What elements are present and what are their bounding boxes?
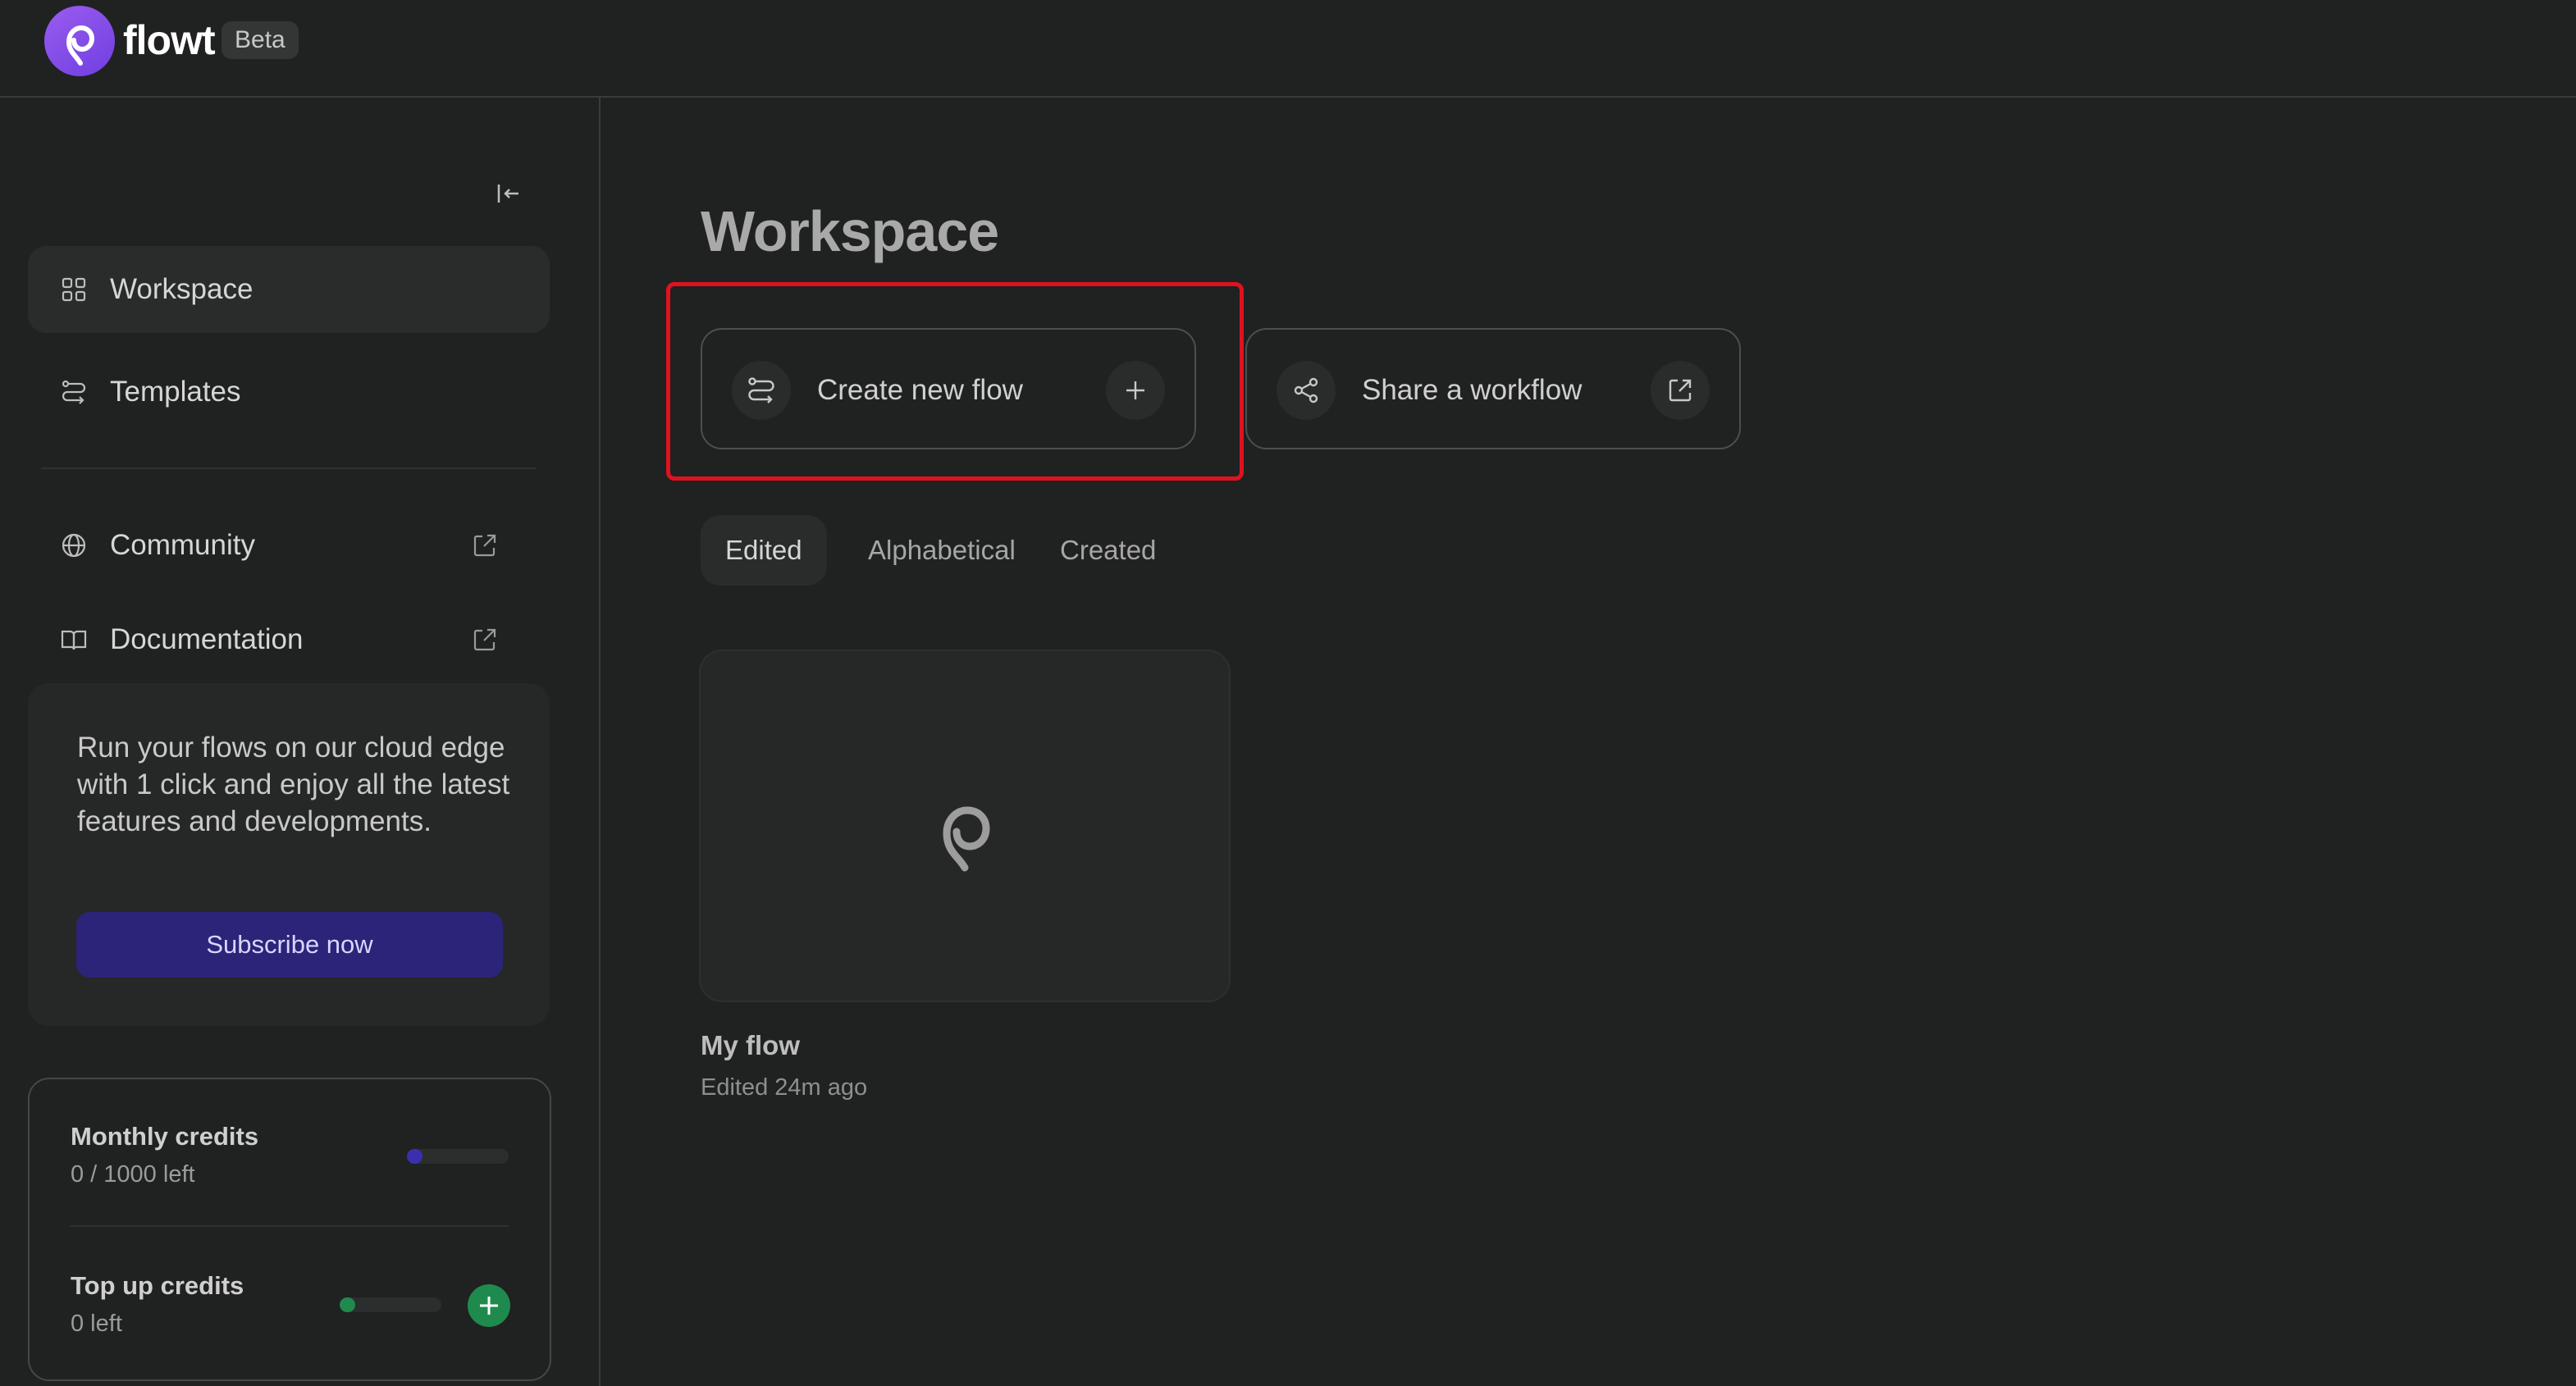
- sidebar-item-label: Documentation: [110, 623, 304, 655]
- monthly-credits-fill: [407, 1149, 422, 1164]
- plus-icon: [480, 1297, 498, 1315]
- tab-alphabetical[interactable]: Alphabetical: [843, 515, 1040, 586]
- external-link-icon: [471, 626, 499, 654]
- topup-credits-value: 0 left: [71, 1311, 122, 1337]
- flow-name[interactable]: My flow: [701, 1030, 800, 1061]
- subscribe-now-button[interactable]: Subscribe now: [76, 912, 503, 978]
- route-icon: [732, 361, 791, 420]
- flowt-logo-icon[interactable]: [44, 6, 115, 76]
- globe-icon: [61, 532, 87, 559]
- share-workflow-label: Share a workflow: [1362, 374, 1583, 406]
- sidebar-item-documentation[interactable]: Documentation: [28, 596, 550, 683]
- sidebar-divider: [41, 467, 537, 469]
- credits-panel: Monthly credits 0 / 1000 left Top up cre…: [28, 1078, 551, 1381]
- add-credits-button[interactable]: [468, 1284, 510, 1327]
- monthly-credits-value: 0 / 1000 left: [71, 1161, 195, 1188]
- share-icon: [1277, 361, 1336, 420]
- topup-credits-progress: [340, 1297, 441, 1312]
- flowt-logo-icon: [943, 806, 990, 872]
- tab-edited[interactable]: Edited: [701, 515, 827, 586]
- page-title: Workspace: [701, 199, 999, 263]
- external-link-icon: [1651, 361, 1710, 420]
- beta-badge: Beta: [222, 21, 299, 59]
- sidebar-item-label: Workspace: [110, 273, 253, 305]
- sidebar-item-community[interactable]: Community: [28, 502, 550, 589]
- collapse-sidebar-icon[interactable]: [489, 173, 530, 214]
- sidebar-item-templates[interactable]: Templates: [28, 349, 550, 435]
- route-icon: [61, 379, 87, 405]
- topup-credits-title: Top up credits: [71, 1271, 244, 1300]
- flow-edited-time: Edited 24m ago: [701, 1074, 868, 1101]
- topup-credits-fill: [340, 1297, 355, 1312]
- credits-divider: [71, 1225, 509, 1227]
- grid-icon: [61, 276, 87, 303]
- sidebar-item-label: Community: [110, 529, 255, 561]
- monthly-credits-title: Monthly credits: [71, 1122, 259, 1151]
- subscription-promo-card: Run your flows on our cloud edge with 1 …: [28, 683, 550, 1026]
- external-link-icon: [471, 531, 499, 559]
- tab-created[interactable]: Created: [1035, 515, 1181, 586]
- promo-text: Run your flows on our cloud edge with 1 …: [77, 732, 510, 837]
- flow-card[interactable]: [699, 650, 1231, 1002]
- create-new-flow-button[interactable]: Create new flow: [701, 328, 1196, 449]
- brand-name: flowt: [123, 17, 216, 63]
- book-icon: [61, 627, 87, 653]
- sidebar-item-workspace[interactable]: Workspace: [28, 246, 550, 333]
- share-workflow-button[interactable]: Share a workflow: [1245, 328, 1741, 449]
- top-header: flowt Beta: [0, 0, 2576, 98]
- plus-icon: [1106, 361, 1165, 420]
- monthly-credits-progress: [407, 1149, 509, 1164]
- create-new-flow-label: Create new flow: [817, 374, 1023, 406]
- sidebar: Workspace Templates Community Documentat…: [0, 98, 601, 1386]
- sidebar-item-label: Templates: [110, 376, 241, 408]
